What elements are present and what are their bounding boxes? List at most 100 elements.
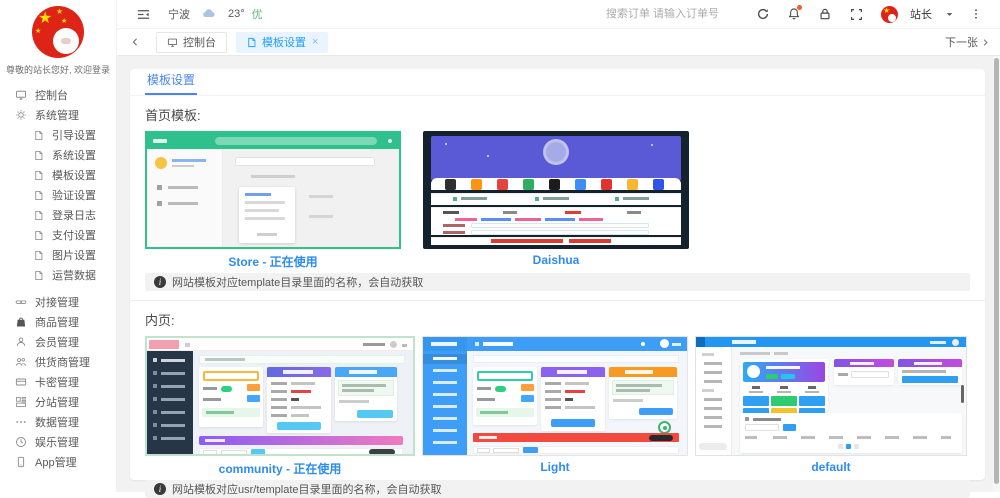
mini-button-cyan bbox=[277, 422, 321, 430]
mini-button-cyan bbox=[357, 410, 393, 418]
mascot-face bbox=[888, 14, 896, 22]
kebab-icon[interactable] bbox=[968, 6, 984, 22]
lock-icon[interactable] bbox=[817, 6, 833, 22]
deco bbox=[157, 185, 162, 190]
sidebar-item-login-log[interactable]: 登录日志 bbox=[0, 205, 116, 225]
deco bbox=[732, 340, 756, 344]
mini-button-blue bbox=[551, 419, 595, 427]
template-community: community - 正在使用 bbox=[145, 336, 415, 478]
mini-button bbox=[247, 395, 260, 402]
mini-searchbar bbox=[215, 137, 377, 145]
user-avatar[interactable]: ★ bbox=[881, 6, 898, 23]
deco bbox=[161, 437, 185, 440]
mini-input bbox=[745, 424, 779, 431]
template-caption[interactable]: Light bbox=[422, 460, 688, 474]
mini-button-green bbox=[766, 374, 778, 379]
deco bbox=[565, 211, 581, 214]
weather-temp: 23° bbox=[228, 8, 245, 20]
sidebar-item-pay-settings[interactable]: 支付设置 bbox=[0, 225, 116, 245]
section-title-inner: 内页: bbox=[145, 310, 970, 329]
template-daishua-thumb[interactable] bbox=[423, 131, 689, 249]
sidebar-item-operation-data[interactable]: 运营数据 bbox=[0, 265, 116, 285]
sidebar-item-members[interactable]: 会员管理 bbox=[0, 332, 116, 352]
sidebar-item-label: 运营数据 bbox=[52, 267, 96, 283]
mini-green-box bbox=[338, 380, 394, 396]
tab-console[interactable]: 控制台 bbox=[156, 32, 227, 53]
mini-button bbox=[247, 384, 260, 391]
template-caption[interactable]: default bbox=[695, 460, 967, 474]
fullscreen-icon[interactable] bbox=[848, 6, 864, 22]
template-community-thumb[interactable] bbox=[145, 336, 415, 456]
deco bbox=[777, 391, 791, 393]
search-input[interactable] bbox=[606, 8, 744, 20]
star-icon: ★ bbox=[61, 18, 67, 25]
sidebar-item-guide-settings[interactable]: 引导设置 bbox=[0, 125, 116, 145]
deco bbox=[704, 362, 722, 365]
card-tab-header: 模板设置 bbox=[130, 69, 985, 96]
deco bbox=[745, 436, 757, 439]
sidebar-item-products[interactable]: 商品管理 bbox=[0, 312, 116, 332]
mini-sidebar bbox=[423, 351, 467, 455]
deco bbox=[557, 370, 587, 374]
refresh-icon[interactable] bbox=[755, 6, 771, 22]
sidebar-item-label: 模板设置 bbox=[52, 167, 96, 183]
page-scrollbar[interactable] bbox=[993, 56, 1000, 492]
sidebar-item-template-settings[interactable]: 模板设置 bbox=[0, 165, 116, 185]
close-icon[interactable]: × bbox=[312, 36, 318, 48]
mini-button-dark bbox=[369, 449, 395, 455]
template-store-thumb[interactable] bbox=[145, 131, 401, 249]
caret-down-icon[interactable] bbox=[941, 6, 957, 22]
card-tab-active[interactable]: 模板设置 bbox=[145, 65, 197, 95]
template-caption[interactable]: Store - 正在使用 bbox=[145, 253, 401, 270]
next-page-button[interactable]: 下一张 bbox=[945, 34, 990, 50]
deco bbox=[838, 373, 848, 376]
bell-icon[interactable] bbox=[786, 6, 802, 22]
sidebar-item-substations[interactable]: 分站管理 bbox=[0, 392, 116, 412]
sidebar-item-app[interactable]: App管理 bbox=[0, 452, 116, 472]
template-default-thumb[interactable] bbox=[695, 336, 967, 456]
deco bbox=[153, 384, 157, 388]
grid-icon bbox=[15, 396, 27, 408]
deco bbox=[702, 389, 714, 392]
deco bbox=[291, 414, 309, 417]
mini-page-next bbox=[854, 444, 859, 449]
sidebar-item-label: 数据管理 bbox=[35, 414, 79, 430]
deco bbox=[565, 382, 589, 385]
deco bbox=[453, 197, 457, 201]
sidebar-item-card-keys[interactable]: 卡密管理 bbox=[0, 372, 116, 392]
sidebar-item-data[interactable]: 数据管理 bbox=[0, 412, 116, 432]
weather-city[interactable]: 宁波 bbox=[168, 6, 190, 22]
sidebar-item-entertainment[interactable]: 娱乐管理 bbox=[0, 432, 116, 452]
mini-button-dark bbox=[649, 435, 673, 441]
mini-button-blue bbox=[902, 376, 958, 383]
deco bbox=[271, 414, 287, 417]
deco bbox=[363, 343, 385, 346]
section-title-home: 首页模板: bbox=[145, 105, 970, 124]
mini-button-blue bbox=[523, 447, 538, 453]
inner-template-note: 网站模板对应usr/template目录里面的名称，会自动获取 bbox=[145, 480, 970, 498]
template-light-thumb[interactable] bbox=[422, 336, 688, 456]
sidebar-item-console[interactable]: 控制台 bbox=[0, 85, 116, 105]
deco bbox=[291, 390, 311, 393]
scrollbar-thumb[interactable] bbox=[994, 58, 999, 484]
sidebar-item-system-settings[interactable]: 系统设置 bbox=[0, 145, 116, 165]
deco bbox=[291, 398, 299, 401]
sidebar-item-label: 商品管理 bbox=[35, 314, 79, 330]
mini-green-box bbox=[612, 380, 674, 395]
template-caption[interactable]: community - 正在使用 bbox=[145, 460, 415, 477]
mini-button-blue bbox=[639, 408, 673, 415]
template-caption[interactable]: Daishua bbox=[423, 253, 689, 267]
sidebar-item-docking[interactable]: 对接管理 bbox=[0, 292, 116, 312]
deco bbox=[623, 197, 649, 200]
sidebar-item-verify-settings[interactable]: 验证设置 bbox=[0, 185, 116, 205]
tab-template-settings[interactable]: 模板设置 × bbox=[236, 32, 328, 53]
hamburger-icon[interactable] bbox=[135, 6, 151, 22]
deco bbox=[829, 436, 843, 439]
mini-input-orange bbox=[203, 371, 259, 381]
sidebar-item-system[interactable]: 系统管理 bbox=[0, 105, 116, 125]
mini-app-icon bbox=[523, 179, 534, 190]
username[interactable]: 站长 bbox=[910, 6, 932, 22]
sidebar-item-suppliers[interactable]: 供货商管理 bbox=[0, 352, 116, 372]
chevron-left-icon[interactable] bbox=[127, 34, 143, 50]
sidebar-item-image-settings[interactable]: 图片设置 bbox=[0, 245, 116, 265]
